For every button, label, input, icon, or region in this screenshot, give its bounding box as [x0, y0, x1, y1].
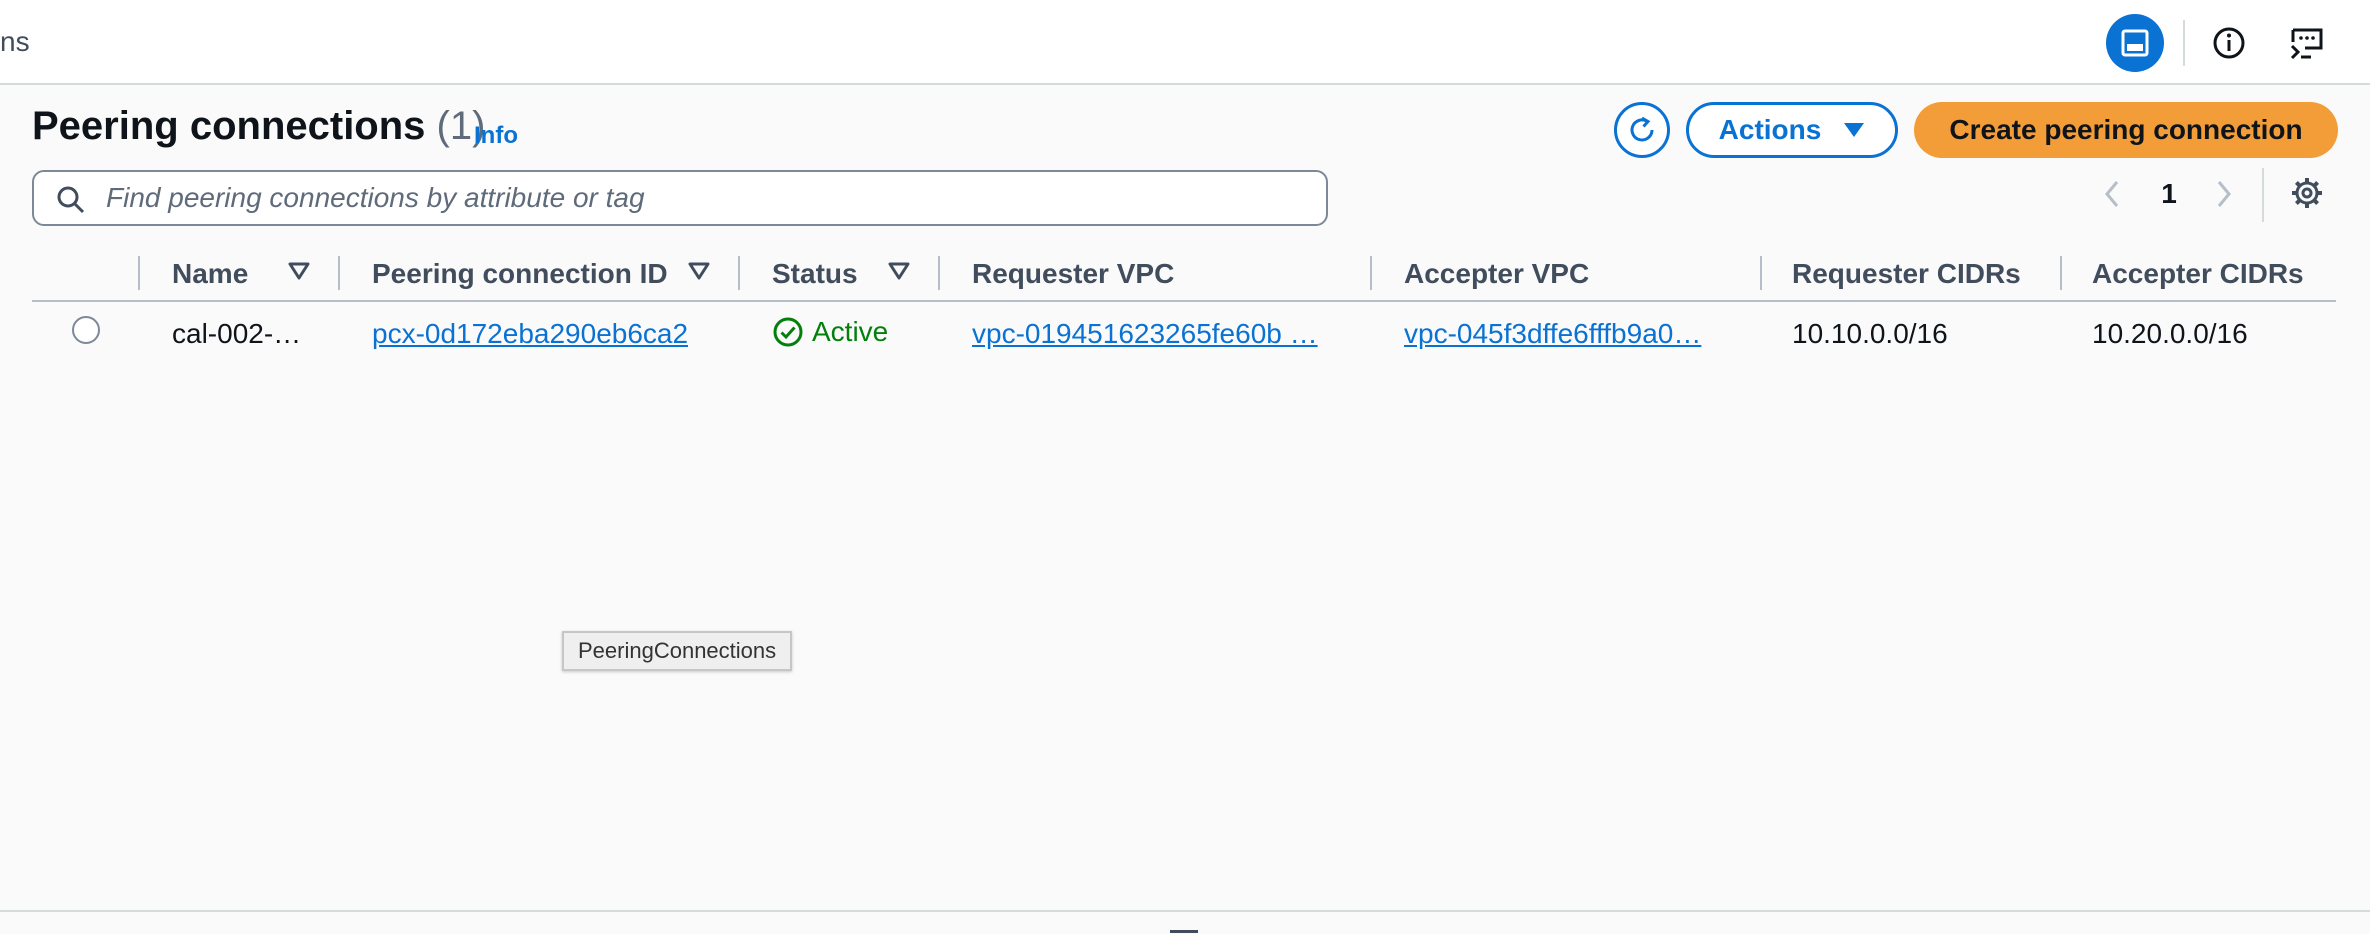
- sort-icon[interactable]: [288, 262, 310, 280]
- column-header-requester-cidrs[interactable]: Requester CIDRs: [1792, 258, 2021, 290]
- settings-icon[interactable]: [2290, 176, 2324, 210]
- status-indicator: Active: [772, 316, 888, 348]
- column-separator[interactable]: [138, 256, 140, 290]
- cell-accepter-cidrs: 10.20.0.0/16: [2092, 318, 2248, 349]
- cell-requester-cidrs: 10.10.0.0/16: [1792, 318, 1948, 349]
- column-header-peering-id[interactable]: Peering connection ID: [372, 258, 668, 290]
- top-navigation-bar: ns: [0, 0, 2370, 85]
- current-page-number[interactable]: 1: [2160, 178, 2178, 210]
- feedback-icon: [2290, 28, 2323, 60]
- search-filter: [32, 170, 1328, 226]
- column-separator[interactable]: [338, 256, 340, 290]
- column-header-accepter-vpc[interactable]: Accepter VPC: [1404, 258, 1589, 290]
- cell-name: cal-002-…: [172, 318, 302, 349]
- search-input[interactable]: [106, 172, 1306, 224]
- status-text: Active: [812, 316, 889, 347]
- create-peering-connection-button[interactable]: Create peering connection: [1914, 102, 2338, 158]
- table-row[interactable]: cal-002-… pcx-0d172eba290eb6ca2 Active v…: [32, 302, 2336, 366]
- caret-down-icon: [1844, 123, 1865, 137]
- info-link[interactable]: Info: [474, 122, 518, 150]
- chevron-left-icon[interactable]: [2102, 178, 2122, 210]
- column-separator[interactable]: [2060, 256, 2062, 290]
- column-header-accepter-cidrs[interactable]: Accepter CIDRs: [2092, 258, 2304, 290]
- column-header-requester-vpc[interactable]: Requester VPC: [972, 258, 1174, 290]
- pagination-divider: [2262, 168, 2264, 222]
- sort-icon[interactable]: [688, 262, 710, 280]
- chevron-right-icon[interactable]: [2214, 178, 2234, 210]
- status-success-icon: [773, 317, 803, 347]
- actions-button-label: Actions: [1718, 114, 1822, 145]
- cell-requester-vpc-link[interactable]: vpc-019451623265fe60b …: [972, 318, 1352, 350]
- cell-peering-id-link[interactable]: pcx-0d172eba290eb6ca2: [372, 318, 688, 350]
- column-separator[interactable]: [1760, 256, 1762, 290]
- toolbar-divider: [2183, 20, 2185, 66]
- page-title-text: Peering connections: [32, 104, 426, 148]
- info-panel-button[interactable]: [2200, 14, 2258, 72]
- resize-handle[interactable]: [1170, 930, 1198, 933]
- cell-accepter-vpc-link[interactable]: vpc-045f3dffe6fffb9a0…: [1404, 318, 1744, 350]
- split-panel-icon: [2121, 29, 2149, 57]
- feedback-button[interactable]: [2278, 14, 2336, 72]
- row-select-radio[interactable]: [72, 316, 100, 344]
- column-separator[interactable]: [738, 256, 740, 290]
- info-icon: [2213, 27, 2245, 59]
- column-separator[interactable]: [938, 256, 940, 290]
- column-header-status[interactable]: Status: [772, 258, 858, 290]
- breadcrumb-fragment[interactable]: ns: [0, 26, 30, 58]
- actions-dropdown-button[interactable]: Actions: [1686, 102, 1898, 158]
- sort-icon[interactable]: [888, 262, 910, 280]
- split-panel-border: [0, 910, 2370, 912]
- search-icon: [57, 186, 85, 214]
- table-header: Name Peering connection ID Status Reques…: [32, 244, 2336, 302]
- column-separator[interactable]: [1370, 256, 1372, 290]
- column-header-name[interactable]: Name: [172, 258, 248, 290]
- split-panel-toggle-button[interactable]: [2106, 14, 2164, 72]
- refresh-icon: [1630, 116, 1654, 142]
- refresh-button[interactable]: [1614, 102, 1670, 158]
- page-title: Peering connections (1): [32, 104, 485, 149]
- tooltip: PeeringConnections: [562, 631, 793, 671]
